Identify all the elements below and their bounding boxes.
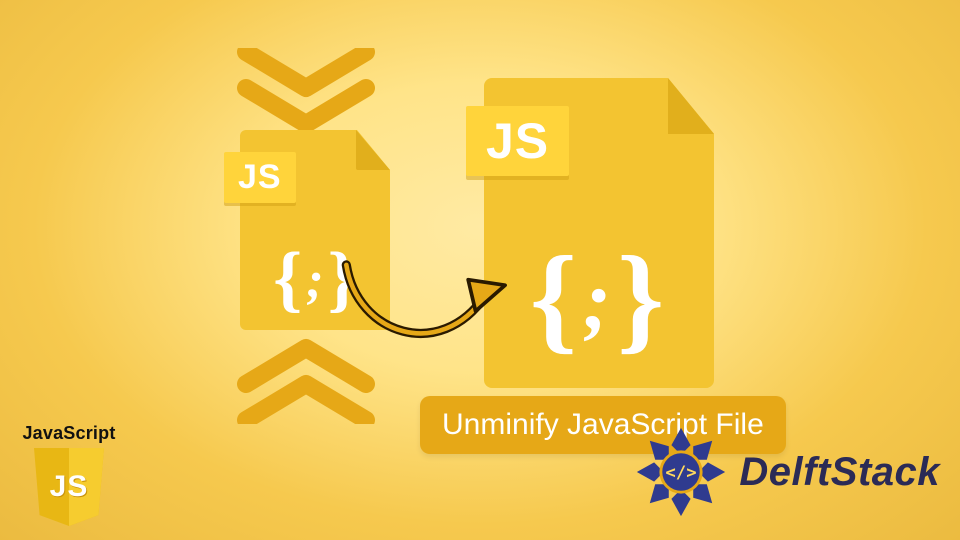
javascript-logo-label: JavaScript: [14, 423, 124, 444]
javascript-shield-icon: JS: [34, 448, 104, 526]
transform-arrow-icon: [332, 252, 512, 372]
brace-open: {: [530, 231, 577, 364]
javascript-logo: JavaScript JS: [14, 423, 124, 526]
semicolon-glyph: ;: [302, 252, 327, 309]
js-badge-large: JS: [466, 106, 569, 176]
delftstack-wordmark: DelftStack: [739, 450, 940, 495]
delftstack-glyph: </>: [666, 463, 697, 483]
js-badge-small: JS: [224, 152, 296, 203]
compress-chevrons-top-icon: [236, 48, 376, 134]
delftstack-logo: </> DelftStack: [633, 424, 940, 520]
semicolon-glyph: ;: [577, 254, 617, 347]
javascript-shield-text: JS: [34, 448, 104, 526]
brace-open: {: [273, 238, 302, 320]
brace-close: }: [617, 231, 664, 364]
hero-graphic: JS {;} JS {;} Unminify JavaScript File J…: [0, 0, 960, 540]
delftstack-emblem-icon: </>: [633, 424, 729, 520]
